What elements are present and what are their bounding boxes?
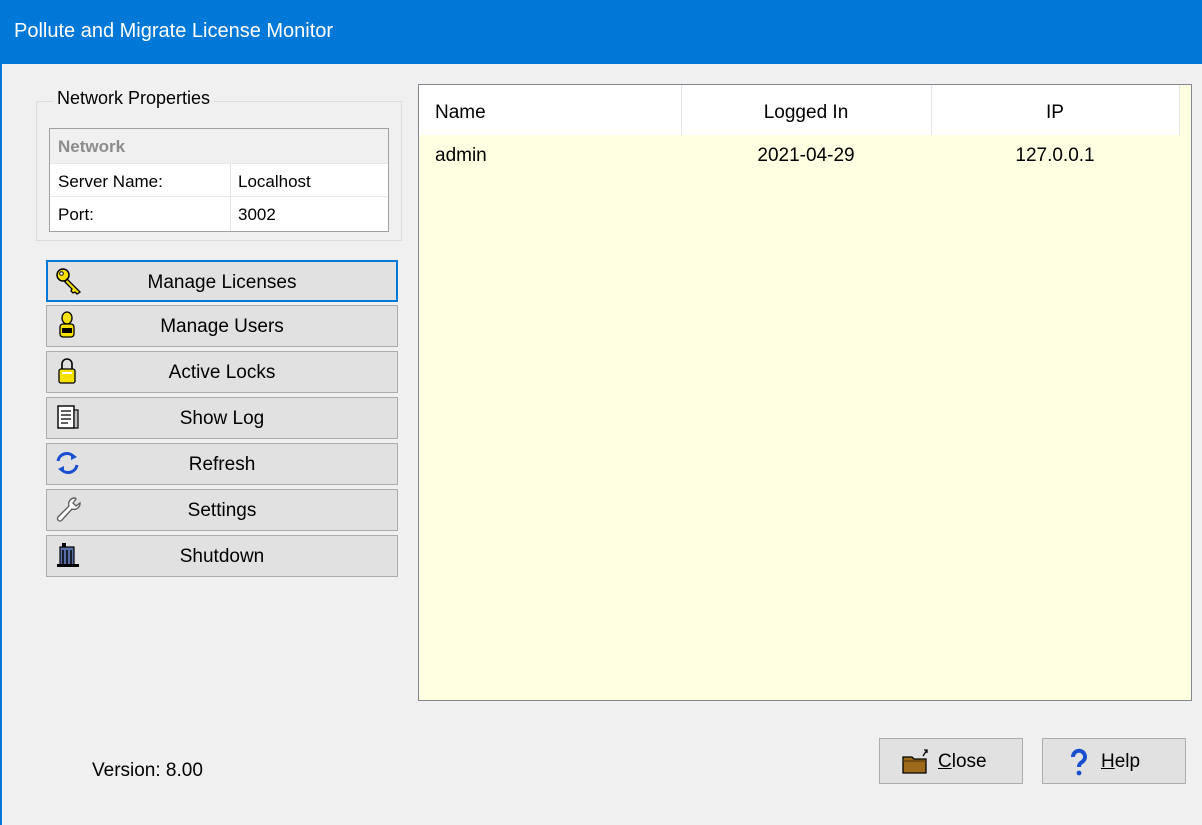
close-button[interactable]: Close — [879, 738, 1023, 784]
help-button[interactable]: Help — [1042, 738, 1186, 784]
column-header-logged-in[interactable]: Logged In — [681, 85, 932, 135]
refresh-button[interactable]: Refresh — [46, 443, 398, 485]
grid-header: Network — [58, 137, 126, 156]
version-label: Version: 8.00 — [92, 760, 203, 781]
button-label: Refresh — [188, 454, 256, 475]
grid-header-row: Network — [50, 129, 388, 163]
settings-button[interactable]: Settings — [46, 489, 398, 531]
property-key: Server Name: — [58, 172, 163, 191]
button-label: Shutdown — [179, 546, 265, 567]
button-label: Manage Licenses — [147, 272, 297, 293]
list-item[interactable]: admin 2021-04-29 127.0.0.1 — [419, 137, 1179, 173]
column-header-ip[interactable]: IP — [931, 85, 1180, 135]
property-row-port[interactable]: Port: 3002 — [50, 197, 388, 231]
network-properties-grid[interactable]: Network Server Name: Localhost Port: 300… — [49, 128, 389, 232]
property-key: Port: — [58, 205, 94, 224]
window-title: Pollute and Migrate License Monitor — [14, 20, 334, 42]
list-header: Name Logged In IP — [419, 85, 1180, 135]
group-label: Network Properties — [53, 88, 215, 109]
button-label: Active Locks — [168, 362, 276, 383]
cell-ip: 127.0.0.1 — [1015, 145, 1095, 166]
title-bar[interactable]: Pollute and Migrate License Monitor — [2, 0, 1202, 64]
show-log-button[interactable]: Show Log — [46, 397, 398, 439]
main-window: Pollute and Migrate License Monitor Netw… — [0, 0, 1202, 825]
property-value: 3002 — [238, 205, 276, 224]
button-label: Manage Users — [160, 316, 284, 337]
network-properties-group: Network Properties Network Server Name: … — [36, 88, 402, 241]
close-folder-icon — [902, 749, 928, 774]
help-icon — [1071, 748, 1087, 776]
manage-licenses-button[interactable]: Manage Licenses — [46, 260, 398, 302]
manage-users-button[interactable]: Manage Users — [46, 305, 398, 347]
property-row-server-name[interactable]: Server Name: Localhost — [50, 163, 388, 198]
cell-logged-in: 2021-04-29 — [757, 145, 855, 166]
logged-in-users-list[interactable]: Name Logged In IP admin 2021-04-29 127.0… — [418, 84, 1192, 701]
property-value: Localhost — [238, 172, 311, 191]
column-header-name[interactable]: Name — [419, 85, 682, 135]
button-label: Close — [938, 751, 987, 772]
cell-name: admin — [435, 145, 487, 166]
button-label: Show Log — [179, 408, 265, 429]
shutdown-button[interactable]: Shutdown — [46, 535, 398, 577]
button-label: Help — [1101, 751, 1141, 772]
active-locks-button[interactable]: Active Locks — [46, 351, 398, 393]
button-label: Settings — [187, 500, 257, 521]
